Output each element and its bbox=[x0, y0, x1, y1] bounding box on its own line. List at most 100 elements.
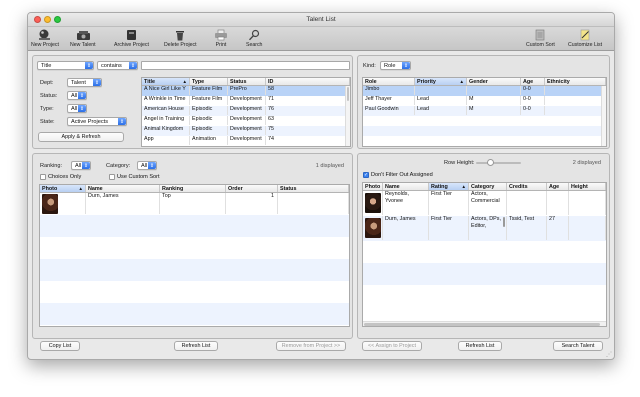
refresh-ranking-button[interactable]: Refresh List bbox=[174, 341, 218, 351]
search-label: Search bbox=[246, 42, 263, 48]
col-header-status[interactable]: Status bbox=[278, 185, 349, 192]
cell-title: A Wrinkle in Time bbox=[142, 96, 190, 105]
projects-scrollbar[interactable] bbox=[345, 86, 350, 146]
talent-hscrollbar[interactable] bbox=[363, 321, 606, 326]
col-header-category[interactable]: Category bbox=[469, 183, 507, 190]
scroll-thumb[interactable] bbox=[347, 87, 349, 101]
role-row[interactable]: Jimbo 0-0 bbox=[363, 86, 606, 96]
project-row[interactable]: A Nice Girl Like Y Feature Film PrePro 58 bbox=[142, 86, 350, 96]
cell-scroll-indicator[interactable] bbox=[503, 217, 505, 227]
col-header-rating[interactable]: Rating ▲ bbox=[429, 183, 469, 190]
project-row[interactable]: Animal Kingdom Episodic Development 75 bbox=[142, 126, 350, 136]
resize-grip-icon[interactable]: ⋰ bbox=[606, 351, 612, 358]
refresh-talent-button[interactable]: Refresh List bbox=[458, 341, 502, 351]
type-popup[interactable]: All ⇕ bbox=[67, 104, 87, 113]
field-popup[interactable]: Title ⇕ bbox=[37, 61, 94, 70]
project-row[interactable]: A Wrinkle in Time Feature Film Development… bbox=[142, 96, 350, 106]
cell-gender: M bbox=[467, 96, 521, 105]
col-header-ranking[interactable]: Ranking bbox=[160, 185, 226, 192]
new-talent-button[interactable]: New Talent bbox=[70, 28, 96, 48]
dont-filter-checkbox[interactable]: ✓ Don't Filter Out Assigned bbox=[363, 172, 433, 178]
cell-category: Actors, Commercial bbox=[469, 191, 507, 215]
archive-project-button[interactable]: Archive Project bbox=[114, 28, 149, 48]
col-header-gender[interactable]: Gender bbox=[467, 78, 521, 85]
col-header-photo[interactable]: Photo bbox=[363, 183, 383, 190]
sort-asc-icon: ▲ bbox=[459, 79, 464, 84]
use-custom-sort-checkbox[interactable]: Use Custom Sort bbox=[109, 174, 160, 180]
new-project-icon bbox=[38, 28, 52, 41]
empty-row bbox=[363, 126, 606, 136]
col-header-id[interactable]: ID bbox=[266, 78, 350, 85]
col-header-name[interactable]: Name bbox=[86, 185, 160, 192]
cell-height bbox=[569, 216, 606, 240]
dept-popup[interactable]: Talent ⇕ bbox=[67, 78, 102, 87]
col-header-name[interactable]: Name bbox=[383, 183, 429, 190]
talent-row[interactable]: Reynolds, Yvonee First Tier Actors, Comm… bbox=[363, 191, 606, 216]
projects-table[interactable]: Title ▲ Type Status ID A Nice Girl Like Y… bbox=[141, 77, 351, 147]
talent-displayed-count: 2 displayed bbox=[572, 160, 601, 166]
cell-status: Development bbox=[228, 136, 266, 145]
choices-only-checkbox[interactable]: Choices Only bbox=[40, 174, 81, 180]
project-row[interactable]: American House Episodic Development 76 bbox=[142, 106, 350, 116]
col-header-status[interactable]: Status bbox=[228, 78, 266, 85]
cell-title: Animal Kingdom bbox=[142, 126, 190, 135]
apply-refresh-button[interactable]: Apply & Refresh bbox=[38, 132, 124, 142]
operator-popup[interactable]: contains ⇕ bbox=[97, 61, 138, 70]
cell-status bbox=[278, 193, 349, 214]
cell-name: Durn, James bbox=[383, 216, 429, 240]
project-search-input[interactable] bbox=[141, 61, 350, 70]
empty-row bbox=[40, 303, 349, 325]
ranking-popup[interactable]: All ⇕ bbox=[71, 161, 91, 170]
col-header-ethnicity[interactable]: Ethnicity bbox=[545, 78, 606, 85]
state-popup[interactable]: Active Projects ⇕ bbox=[67, 117, 127, 126]
ranking-table[interactable]: Photo ▲ Name Ranking Order Status Durn, J… bbox=[39, 184, 350, 327]
cell-status: Development bbox=[228, 106, 266, 115]
talent-table[interactable]: Photo Name Rating ▲ Category Credits Age … bbox=[362, 182, 607, 327]
scroll-thumb[interactable] bbox=[364, 323, 600, 326]
cell-ethnicity bbox=[545, 86, 606, 95]
remove-from-project-button[interactable]: Remove from Project >> bbox=[276, 341, 346, 351]
copy-list-button[interactable]: Copy List bbox=[40, 341, 80, 351]
custom-sort-button[interactable]: Custom Sort bbox=[526, 28, 555, 48]
col-header-height[interactable]: Height bbox=[569, 183, 606, 190]
new-project-button[interactable]: New Project bbox=[31, 28, 59, 48]
customize-list-button[interactable]: Customize List bbox=[568, 28, 602, 48]
role-row[interactable]: Jeff Thayer Lead M 0-0 bbox=[363, 96, 606, 106]
roles-table[interactable]: Role Priority ▲ Gender Age Ethnicity Jimb… bbox=[362, 77, 607, 147]
roles-scrollbar[interactable] bbox=[601, 86, 606, 146]
print-button[interactable]: Print bbox=[214, 28, 228, 48]
search-button[interactable]: Search bbox=[246, 28, 262, 48]
col-header-credits[interactable]: Credits bbox=[507, 183, 547, 190]
project-row[interactable]: Angel in Training Episodic Development 63 bbox=[142, 116, 350, 126]
slider-knob[interactable] bbox=[487, 159, 495, 166]
popup-arrow-icon: ⇕ bbox=[78, 105, 86, 112]
talent-panel: Row Height: 2 displayed ✓ Don't Filter Ou… bbox=[357, 153, 610, 339]
type-label: Type: bbox=[40, 106, 54, 112]
col-header-photo[interactable]: Photo ▲ bbox=[40, 185, 86, 192]
cell-role: Paul Goodwin bbox=[363, 106, 415, 115]
col-header-priority[interactable]: Priority ▲ bbox=[415, 78, 467, 85]
assign-to-project-button[interactable]: << Assign to Project bbox=[362, 341, 422, 351]
col-header-order[interactable]: Order bbox=[226, 185, 278, 192]
role-row[interactable]: Paul Goodwin Lead M 0-0 bbox=[363, 106, 606, 116]
col-header-age[interactable]: Age bbox=[521, 78, 545, 85]
talent-row[interactable]: Durn, James First Tier Actors, DPs, Edit… bbox=[363, 216, 606, 241]
empty-row bbox=[40, 281, 349, 303]
status-popup[interactable]: All ⇕ bbox=[67, 91, 87, 100]
search-talent-button[interactable]: Search Talent bbox=[553, 341, 603, 351]
cell-type: Episodic bbox=[190, 116, 228, 125]
col-header-role[interactable]: Role bbox=[363, 78, 415, 85]
ranking-row[interactable]: Durn, James Top 1 bbox=[40, 193, 349, 215]
ranking-value: All bbox=[75, 162, 82, 169]
cell-type: Episodic bbox=[190, 126, 228, 135]
kind-popup[interactable]: Role ⇕ bbox=[380, 61, 411, 70]
cell-ethnicity bbox=[545, 96, 606, 105]
col-header-age[interactable]: Age bbox=[547, 183, 569, 190]
category-popup[interactable]: All ⇕ bbox=[137, 161, 157, 170]
col-header-title[interactable]: Title ▲ bbox=[142, 78, 190, 85]
delete-project-button[interactable]: Delete Project bbox=[164, 28, 197, 48]
col-header-type[interactable]: Type bbox=[190, 78, 228, 85]
project-row[interactable]: App Animation Development 74 bbox=[142, 136, 350, 146]
row-height-slider[interactable] bbox=[476, 159, 521, 166]
roles-panel: Kind: Role ⇕ Role Priority ▲ Gender Age Et… bbox=[357, 55, 610, 149]
